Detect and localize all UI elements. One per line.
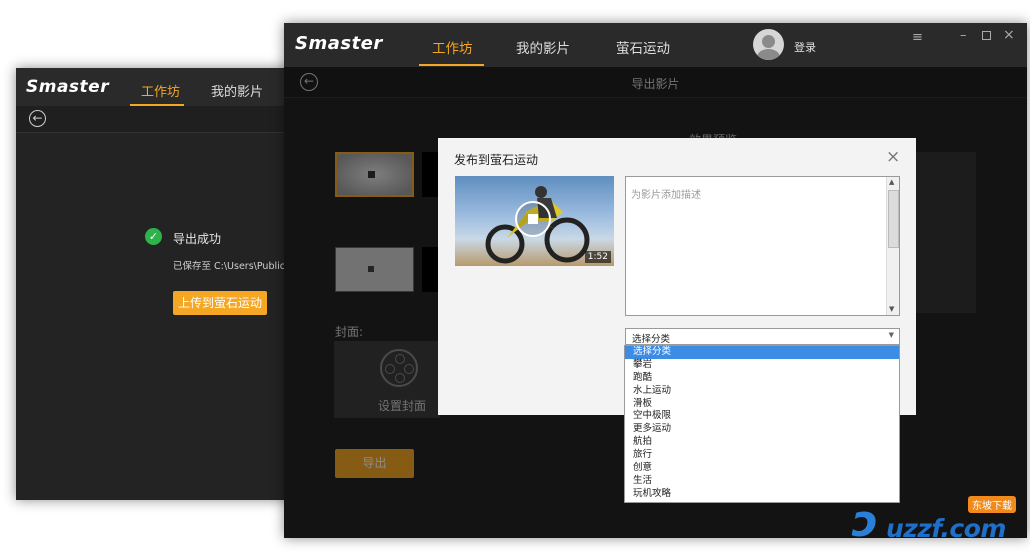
category-selected-value: 选择分类 [632,334,671,345]
sub-header: ← [16,106,316,133]
maximize-icon[interactable] [982,31,991,40]
tab-my-videos[interactable]: 我的影片 [516,37,570,57]
watermark-logo-icon: ↄ [852,496,879,547]
category-option[interactable]: 更多运动 [625,423,899,436]
tab-ezviz-sports[interactable]: 萤石运动 [616,37,670,57]
play-stop-icon[interactable] [515,201,551,237]
title-bar: Smaster 工作坊 我的影片 [16,68,316,106]
category-option[interactable]: 攀岩 [625,359,899,372]
saved-path-text: 已保存至 C:\Users\Public\Do [173,261,302,272]
watermark-brand: uzzf.com [886,514,1006,543]
active-tab-indicator [419,64,484,66]
description-placeholder: 为影片添加描述 [631,190,701,201]
smaster-logo: Smaster [295,33,383,54]
category-option[interactable]: 空中极限 [625,410,899,423]
category-option[interactable]: 生活 [625,475,899,488]
category-option[interactable]: 滑板 [625,398,899,411]
category-option[interactable]: 水上运动 [625,385,899,398]
category-option[interactable]: 旅行 [625,449,899,462]
avatar[interactable] [753,29,784,60]
description-textarea[interactable]: 为影片添加描述 ▲ ▼ [625,176,900,316]
success-title: 导出成功 [173,232,222,246]
scrollbar[interactable]: ▲ ▼ [886,177,899,315]
category-select[interactable]: 选择分类 ▼ [625,328,900,345]
success-check-icon: ✓ [145,228,162,245]
minimize-icon[interactable]: – [960,28,967,43]
back-arrow-icon[interactable]: ← [29,110,46,127]
video-duration: 1:52 [584,251,611,263]
close-icon[interactable]: × [886,147,900,167]
chevron-down-icon: ▼ [888,331,894,339]
category-option[interactable]: 跑酷 [625,372,899,385]
tab-workshop[interactable]: 工作坊 [141,81,180,100]
dialog-title: 发布到萤石运动 [454,153,539,167]
category-dropdown-list: 选择分类 攀岩 跑酷 水上运动 滑板 空中极限 更多运动 航拍 旅行 创意 生活… [624,345,900,503]
watermark-tag: 东坡下载 [968,496,1016,513]
close-icon[interactable]: × [1003,27,1015,43]
export-success-window: Smaster 工作坊 我的影片 ← ✓ 导出成功 已保存至 C:\Users\… [16,68,316,500]
scroll-up-icon[interactable]: ▲ [889,178,894,186]
video-thumbnail[interactable]: 1:52 [455,176,614,266]
tab-my-videos[interactable]: 我的影片 [211,81,263,100]
category-option[interactable]: 创意 [625,462,899,475]
title-bar: Smaster 工作坊 我的影片 萤石运动 登录 ≡ – × [284,23,1027,67]
scroll-thumb[interactable] [888,190,899,248]
smaster-logo: Smaster [26,77,110,97]
category-option[interactable]: 选择分类 [625,346,899,359]
login-link[interactable]: 登录 [794,39,816,55]
category-option[interactable]: 航拍 [625,436,899,449]
site-watermark: ↄ uzzf.com 东坡下载 [852,494,1024,550]
tab-workshop[interactable]: 工作坊 [432,37,473,57]
menu-icon[interactable]: ≡ [912,30,923,45]
upload-button[interactable]: 上传到萤石运动 [173,291,267,315]
scroll-down-icon[interactable]: ▼ [889,305,894,313]
